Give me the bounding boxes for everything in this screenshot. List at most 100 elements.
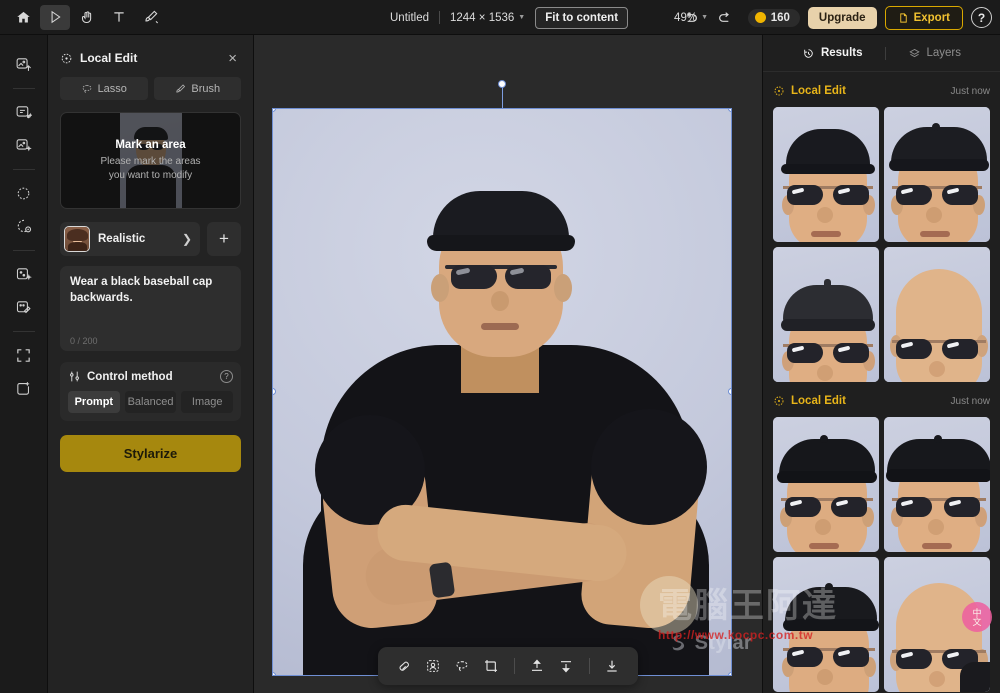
rail-add-canvas[interactable] <box>9 373 39 403</box>
tab-results[interactable]: Results <box>780 47 885 60</box>
result-thumb-6[interactable] <box>884 417 990 552</box>
selection-mode-tabs: Lasso Brush <box>60 77 241 100</box>
prompt-input[interactable]: Wear a black baseball cap backwards. 0 /… <box>60 266 241 351</box>
control-option-prompt[interactable]: Prompt <box>68 391 120 413</box>
style-name: Realistic <box>98 233 146 245</box>
control-method-title: Control method <box>87 370 173 383</box>
result-thumb-4[interactable] <box>884 247 990 382</box>
result-group: Local Edit Just now <box>773 81 990 382</box>
eraser-tool-icon[interactable] <box>390 651 417 681</box>
rail-retouch[interactable] <box>9 292 39 322</box>
face-detect-icon[interactable] <box>419 651 446 681</box>
result-group-time: Just now <box>950 85 990 97</box>
document-title[interactable]: Untitled <box>390 12 429 24</box>
style-selector-row: Realistic ❯ + <box>60 222 241 256</box>
result-thumb-5[interactable] <box>773 417 879 552</box>
panel-title: Local Edit <box>80 51 138 65</box>
local-edit-icon <box>773 395 785 407</box>
selected-layer[interactable] <box>272 80 732 676</box>
mark-area-dropzone[interactable]: Mark an area Please mark the areas you w… <box>60 112 241 209</box>
prompt-value: Wear a black baseball cap backwards. <box>70 276 213 304</box>
divider <box>439 11 440 24</box>
result-thumb-3[interactable] <box>773 247 879 382</box>
rotation-line <box>502 85 503 109</box>
result-thumb-2[interactable] <box>884 107 990 242</box>
result-group-header: Local Edit Just now <box>773 81 990 101</box>
result-group-label: Local Edit <box>791 395 846 407</box>
resize-handle-middle-right[interactable] <box>728 388 731 395</box>
brush-tool-icon[interactable] <box>136 5 166 30</box>
right-panel-tabs: Results Layers <box>763 35 1000 72</box>
canvas-bottom-toolbar <box>378 647 638 685</box>
export-button[interactable]: Export <box>884 5 963 30</box>
mark-subtitle-1: Please mark the areas <box>100 156 201 167</box>
select-tool-icon[interactable] <box>40 4 70 30</box>
result-group: Local Edit Just now <box>773 391 990 692</box>
result-grid <box>773 417 990 692</box>
document-info: Untitled 1244 × 1536 ▼ Fit to content 49… <box>390 0 708 35</box>
resize-handle-bottom-right[interactable] <box>728 672 731 675</box>
lasso-select-icon[interactable] <box>448 651 475 681</box>
rail-image-to-image[interactable] <box>9 130 39 160</box>
result-thumb-1[interactable] <box>773 107 879 242</box>
topbar-actions: 160 Upgrade Export ? <box>678 0 992 35</box>
send-to-back-icon[interactable] <box>553 651 580 681</box>
tab-results-label: Results <box>820 47 863 59</box>
canvas-area[interactable]: Stylar <box>254 35 762 693</box>
rail-upload-image[interactable] <box>9 49 39 79</box>
upgrade-button[interactable]: Upgrade <box>807 6 877 29</box>
rail-upscale[interactable] <box>9 340 39 370</box>
fit-to-content-button[interactable]: Fit to content <box>535 6 629 29</box>
rail-inpaint[interactable] <box>9 259 39 289</box>
prompt-char-counter: 0 / 200 <box>70 336 98 346</box>
brush-mode-button[interactable]: Brush <box>153 77 241 100</box>
result-thumb-8[interactable] <box>884 557 990 692</box>
rail-text-to-image[interactable] <box>9 97 39 127</box>
hand-tool-icon[interactable] <box>72 5 102 30</box>
home-icon[interactable] <box>8 5 38 30</box>
result-grid <box>773 107 990 382</box>
add-style-button[interactable]: + <box>207 222 241 256</box>
style-selector[interactable]: Realistic ❯ <box>60 222 200 256</box>
result-group-time: Just now <box>950 395 990 407</box>
control-method-section: Control method ? Prompt Balanced Image <box>60 362 241 421</box>
rail-style-transfer[interactable] <box>9 178 39 208</box>
bring-to-front-icon[interactable] <box>524 651 551 681</box>
chevron-down-icon: ▼ <box>518 14 526 21</box>
redo-icon[interactable] <box>712 5 738 31</box>
undo-icon[interactable] <box>678 5 704 31</box>
tab-layers[interactable]: Layers <box>886 47 984 60</box>
panel-header: Local Edit × <box>60 41 241 75</box>
control-option-image[interactable]: Image <box>181 391 234 413</box>
help-button[interactable]: ? <box>971 7 992 28</box>
coin-icon <box>754 12 766 23</box>
control-option-balanced[interactable]: Balanced <box>124 391 177 413</box>
result-group-header: Local Edit Just now <box>773 391 990 411</box>
tool-group <box>0 4 166 30</box>
mark-subtitle-2: you want to modify <box>108 169 193 181</box>
text-tool-icon[interactable] <box>104 5 134 30</box>
tab-layers-label: Layers <box>926 47 962 59</box>
export-label: Export <box>913 11 950 24</box>
results-list[interactable]: Local Edit Just now Local Edit Just now <box>763 72 1000 692</box>
help-icon[interactable]: ? <box>220 370 233 383</box>
right-panel: Results Layers Local Edit Just now Local… <box>762 35 1000 693</box>
control-method-options: Prompt Balanced Image <box>68 391 234 413</box>
dimensions-value: 1244 × 1536 <box>450 11 515 24</box>
mark-area-text: Mark an area Please mark the areas you w… <box>100 139 200 182</box>
close-icon[interactable]: × <box>224 49 241 68</box>
lasso-mode-button[interactable]: Lasso <box>60 77 148 100</box>
sliders-icon <box>68 370 81 383</box>
canvas-photo[interactable] <box>272 108 732 676</box>
stylarize-button[interactable]: Stylarize <box>60 435 241 472</box>
crop-tool-icon[interactable] <box>478 651 505 681</box>
credits-badge[interactable]: 160 <box>747 8 800 27</box>
rotate-handle[interactable] <box>498 80 506 88</box>
divider <box>12 331 35 332</box>
document-dimensions[interactable]: 1244 × 1536 ▼ <box>450 12 525 24</box>
rail-local-edit[interactable] <box>9 211 39 241</box>
result-group-label: Local Edit <box>791 85 846 97</box>
chevron-right-icon: ❯ <box>181 232 192 246</box>
download-icon[interactable] <box>599 651 626 681</box>
result-thumb-7[interactable] <box>773 557 879 692</box>
